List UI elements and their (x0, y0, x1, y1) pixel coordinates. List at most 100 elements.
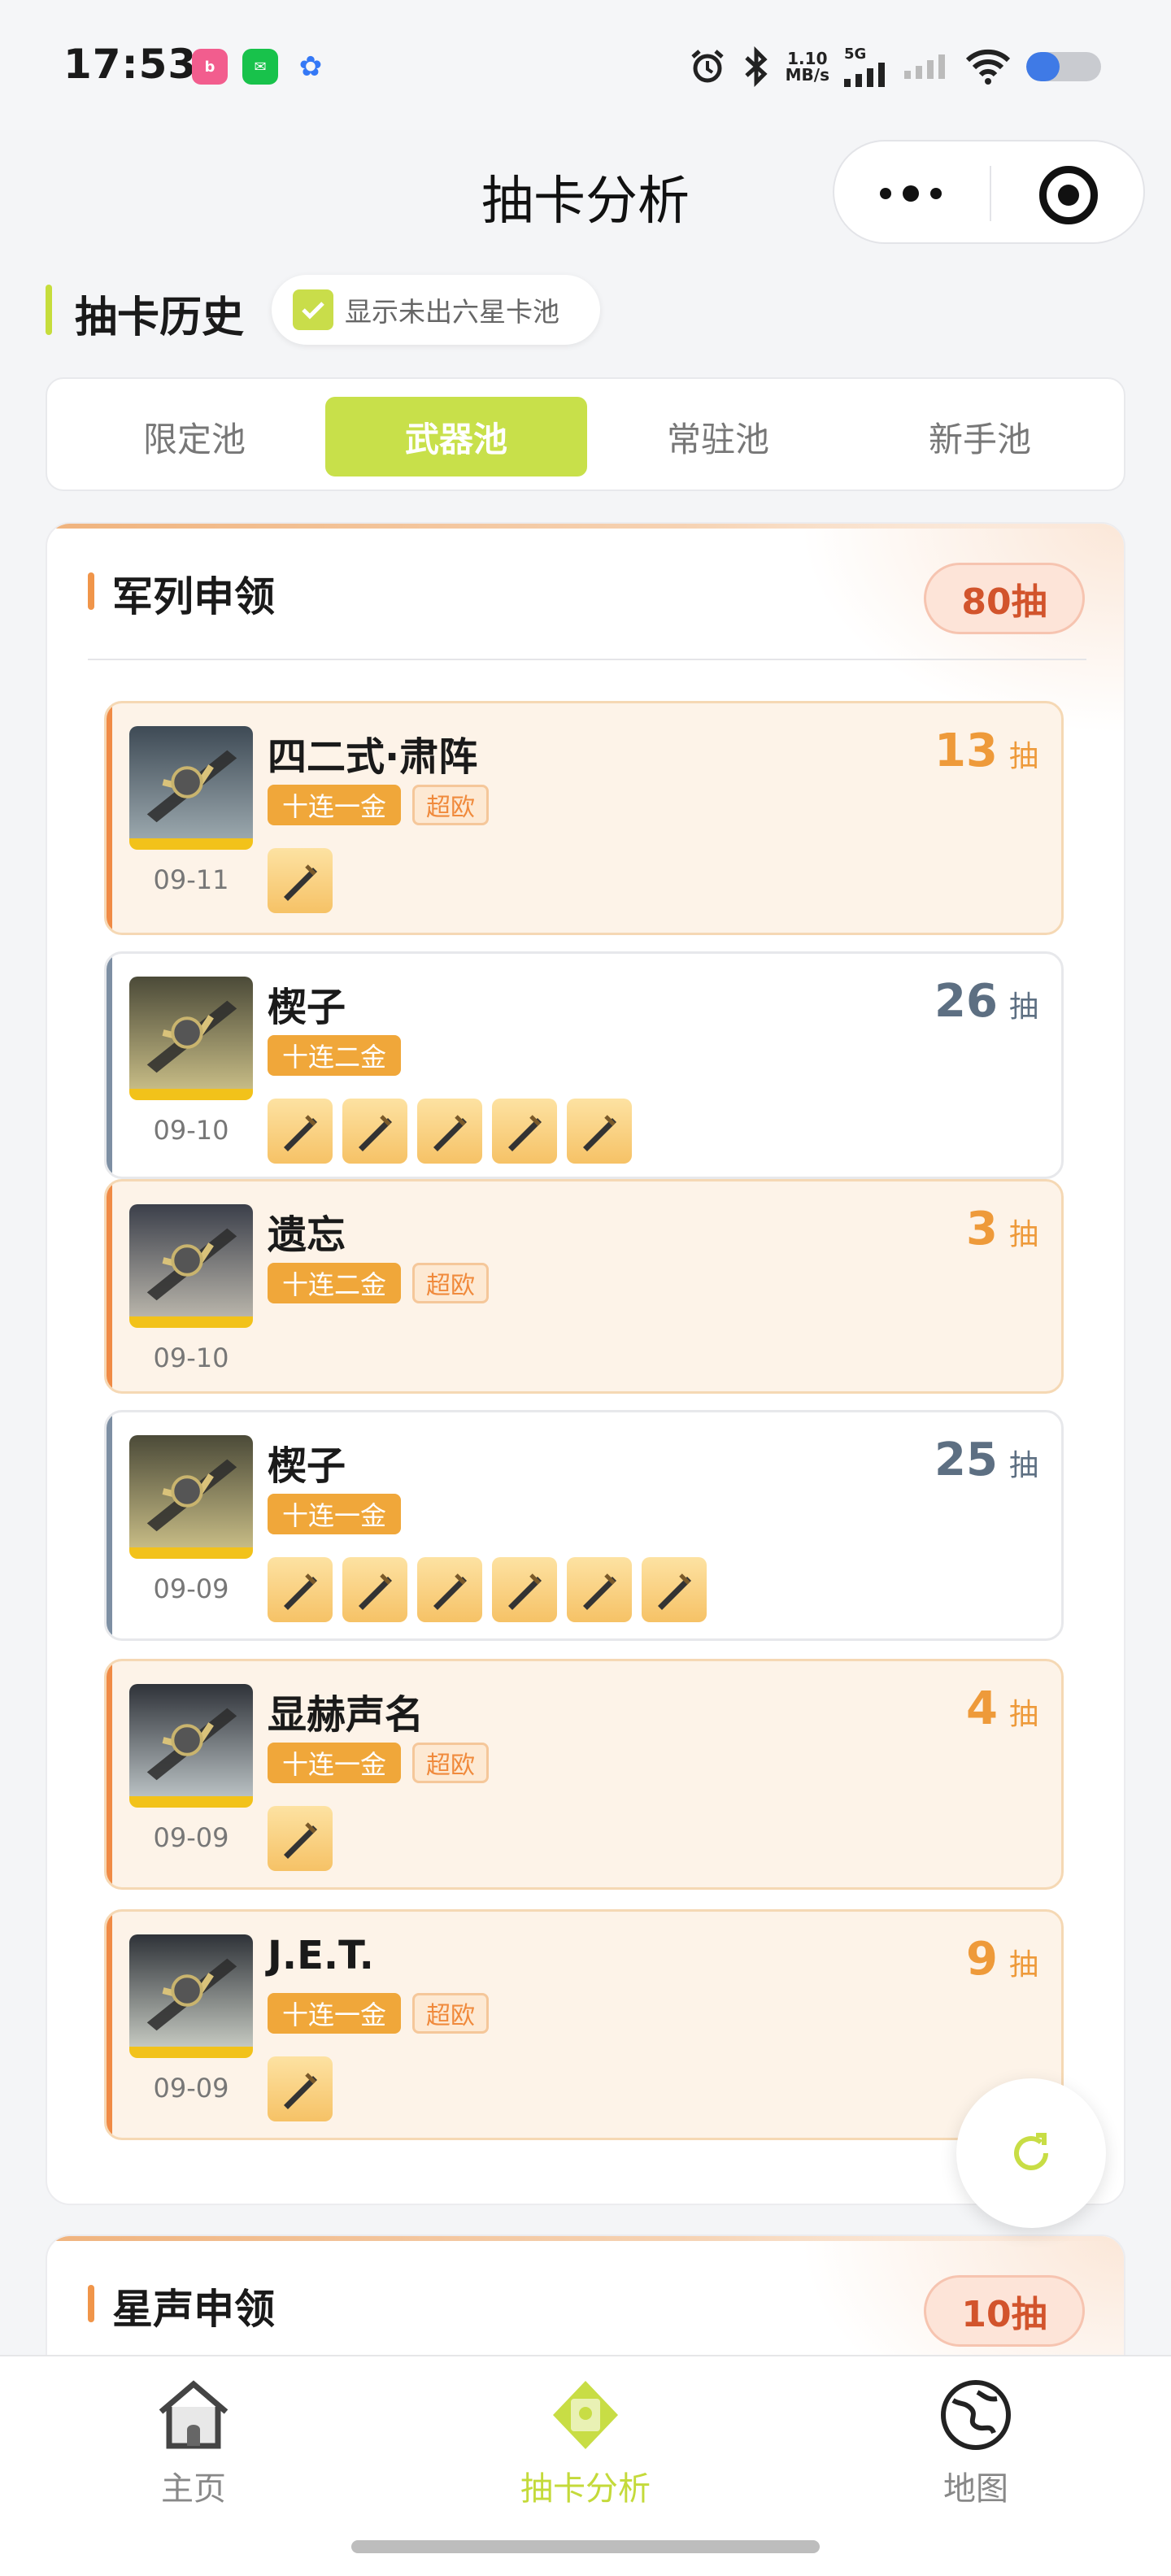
pull-count-number: 3 (966, 1203, 998, 1255)
weapon-image-icon (146, 1958, 237, 2031)
pulled-weapon-icon[interactable] (268, 848, 333, 913)
pull-entry[interactable]: 09-11 四二式·肃阵十连一金 超欧 13 抽 (104, 701, 1064, 935)
more-options-icon[interactable] (880, 185, 942, 202)
entry-tags: 十连一金 超欧 (268, 785, 490, 825)
weapon-image-icon (146, 1708, 237, 1781)
entry-edge (107, 954, 112, 1177)
alarm-icon (690, 50, 724, 83)
weapon-name: 四二式·肃阵 (268, 734, 478, 780)
pull-result-tag: 十连二金 (268, 1263, 402, 1303)
pull-count: 3抽 (966, 1203, 1038, 1255)
checkbox-checked-icon[interactable] (293, 289, 333, 330)
pulled-weapon-icon[interactable] (268, 2056, 333, 2121)
bluetooth-icon (744, 46, 768, 87)
pull-count-unit: 抽 (1008, 1948, 1038, 1982)
nav-map[interactable]: 地图 (854, 2374, 1098, 2509)
home-icon (153, 2374, 234, 2456)
pulled-weapon-icon[interactable] (567, 1099, 632, 1164)
pull-result-tag: 十连一金 (268, 1494, 402, 1534)
weapon-thumbnail (129, 1934, 253, 2058)
pulled-weapon-icon[interactable] (417, 1557, 482, 1622)
pulled-weapon-icon[interactable] (342, 1557, 407, 1622)
weapon-image-icon (146, 750, 237, 823)
status-bar: 17:53 b ✉ ✿ 1.10 MB/s 5G (0, 0, 1171, 130)
pull-count-unit: 抽 (1008, 1449, 1038, 1482)
entry-tags: 十连一金 超欧 (268, 1743, 490, 1783)
entry-edge (107, 703, 112, 933)
wechat-icon: ✉ (242, 49, 278, 85)
pulled-weapon-icon[interactable] (268, 1557, 333, 1622)
entry-tags: 十连一金 超欧 (268, 1993, 490, 2034)
nav-card-analysis[interactable]: 抽卡分析 (464, 2374, 707, 2509)
signal-weak-icon (904, 54, 945, 79)
entry-edge (107, 1412, 112, 1638)
pull-entry[interactable]: 09-09 J.E.T. 十连一金 超欧 9 抽 (104, 1909, 1064, 2140)
entry-date: 09-11 (153, 864, 229, 895)
weapon-thumbnail (129, 1684, 253, 1808)
show-no-six-star-toggle[interactable]: 显示未出六星卡池 (272, 275, 600, 345)
baidu-icon: ✿ (298, 50, 323, 83)
pulled-weapon-icon[interactable] (492, 1557, 557, 1622)
tab-beginner[interactable]: 新手池 (849, 397, 1111, 476)
pool-total-badge: 10抽 (924, 2275, 1085, 2347)
weapon-name: 遗忘 (268, 1212, 346, 1258)
signal-icon (844, 63, 885, 87)
lucky-tag: 超欧 (412, 1743, 490, 1783)
pull-result-tag: 十连二金 (268, 1035, 402, 1076)
pull-count: 26 抽 (934, 975, 1038, 1028)
weapon-image-icon (146, 1228, 237, 1301)
pull-entry[interactable]: 09-09 显赫声名 十连一金 超欧 4 抽 (104, 1659, 1064, 1890)
refresh-button[interactable] (956, 2078, 1106, 2228)
entry-tags: 十连二金 (268, 1035, 402, 1076)
entry-date: 09-09 (153, 2073, 229, 2104)
bilibili-icon: b (192, 49, 228, 85)
pull-result-tag: 十连一金 (268, 1993, 402, 2034)
pool-tabs: 限定池 武器池 常驻池 新手池 (46, 377, 1125, 491)
pull-count-unit: 抽 (1008, 740, 1038, 773)
capsule-divider (990, 166, 991, 221)
tab-weapon[interactable]: 武器池 (325, 397, 587, 476)
nav-home[interactable]: 主页 (72, 2374, 316, 2509)
home-indicator (351, 2540, 820, 2553)
weapon-name: 显赫声名 (268, 1692, 424, 1738)
map-icon (935, 2374, 1016, 2456)
pull-count: 4抽 (966, 1682, 1038, 1735)
entry-tags: 十连二金 超欧 (268, 1263, 490, 1303)
pulled-weapon-icon[interactable] (268, 1099, 333, 1164)
pull-count-number: 9 (966, 1933, 998, 1986)
pull-result-tag: 十连一金 (268, 785, 402, 825)
pool-card-1: 军列申领 80抽 09-11 四二式·肃阵 十连一金 超欧 13 抽 09-10 楔子 十连二金… (46, 522, 1125, 2205)
pulled-weapon-icon[interactable] (642, 1557, 707, 1622)
pulled-weapon-icon[interactable] (342, 1099, 407, 1164)
battery-icon (1026, 52, 1101, 81)
close-miniprogram-icon[interactable] (1039, 166, 1098, 224)
weapon-thumbnail (129, 1204, 253, 1328)
pull-entry[interactable]: 09-10 遗忘十连二金 超欧 3 抽 (104, 1179, 1064, 1394)
weapon-thumbnail (129, 977, 253, 1100)
status-time: 17:53 (63, 41, 198, 88)
pulled-weapon-icon[interactable] (417, 1099, 482, 1164)
pull-result-tag: 十连一金 (268, 1743, 402, 1783)
pull-count-number: 26 (934, 975, 998, 1028)
pulled-weapon-icon[interactable] (268, 1806, 333, 1871)
card-accent-bar (88, 572, 94, 610)
pull-count: 9抽 (966, 1933, 1038, 1986)
card-analysis-icon (545, 2374, 626, 2456)
pool-total-badge: 80抽 (924, 563, 1085, 634)
lucky-tag: 超欧 (412, 785, 490, 825)
refresh-icon (1014, 2133, 1048, 2171)
status-right: 1.10 MB/s 5G (688, 42, 1101, 91)
pool-title: 星声申领 (112, 2286, 275, 2333)
tab-standard[interactable]: 常驻池 (587, 397, 849, 476)
entry-date: 09-10 (153, 1342, 229, 1373)
entry-tags: 十连一金 (268, 1494, 402, 1534)
weapon-thumbnail (129, 1435, 253, 1559)
pull-entry[interactable]: 09-09 楔子 十连一金 25 抽 (104, 1410, 1064, 1641)
pulled-items-row (268, 1557, 707, 1622)
tab-limited[interactable]: 限定池 (63, 397, 325, 476)
pulled-weapon-icon[interactable] (567, 1557, 632, 1622)
pull-count-number: 13 (934, 724, 998, 777)
pull-entry[interactable]: 09-10 楔子 十连二金 26 抽 (104, 951, 1064, 1179)
pulled-weapon-icon[interactable] (492, 1099, 557, 1164)
pull-count: 13 抽 (934, 724, 1038, 777)
